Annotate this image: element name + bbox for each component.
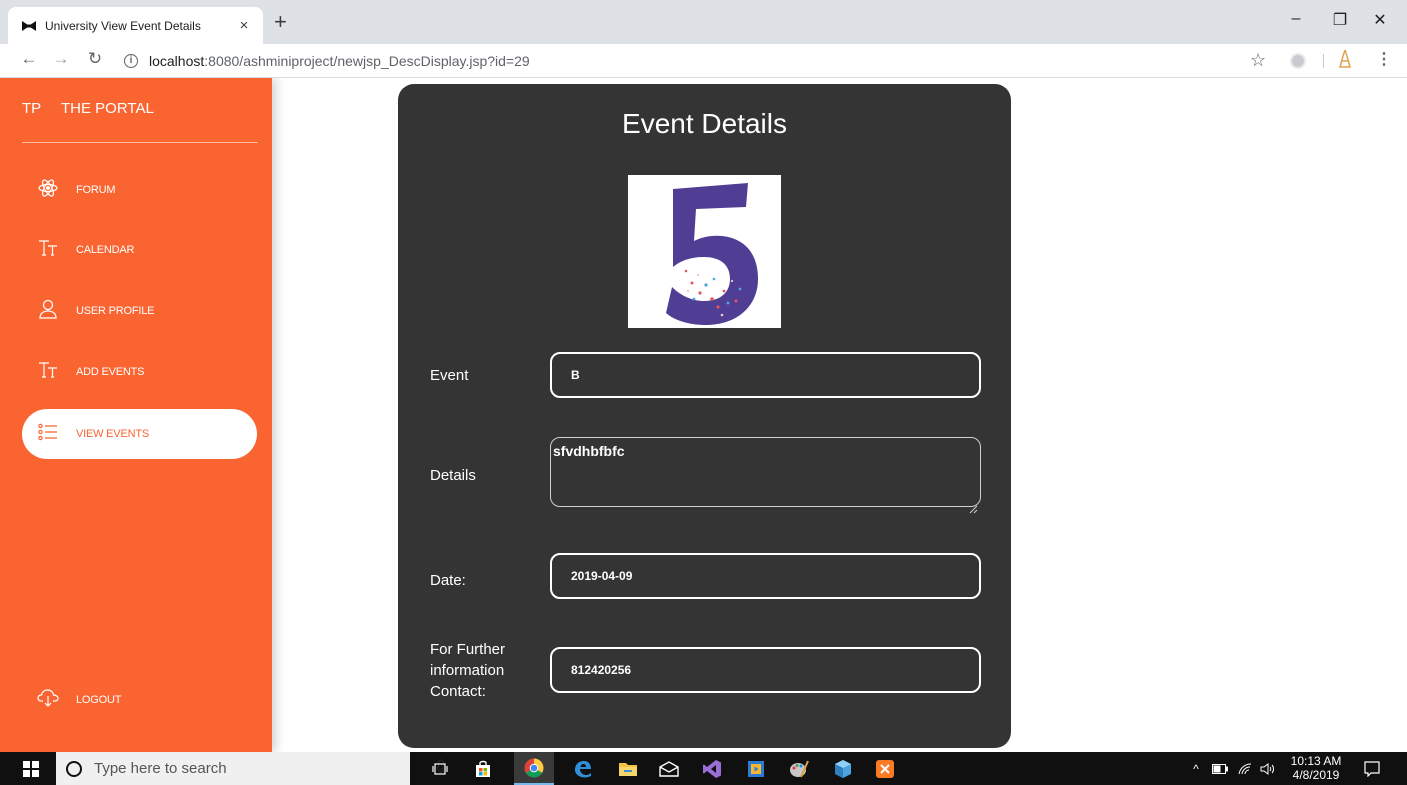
user-icon: [37, 299, 59, 323]
bowtie-favicon-icon: [22, 20, 36, 31]
text-size-icon: [37, 239, 59, 261]
logout-label: LOGOUT: [76, 694, 122, 706]
clock-time: 10:13 AM: [1290, 754, 1342, 768]
extension-icon[interactable]: [1290, 53, 1306, 69]
sidebar-item-label: VIEW EVENTS: [76, 428, 149, 440]
date-field[interactable]: [550, 553, 981, 599]
sidebar-divider: [22, 142, 258, 143]
toolbar-divider: [1323, 54, 1324, 68]
media-player-icon[interactable]: [744, 752, 768, 785]
contact-label: For Further information Contact:: [430, 639, 505, 702]
event-image: [628, 175, 781, 328]
mail-icon[interactable]: [657, 752, 681, 785]
contact-label-line: information: [430, 662, 505, 679]
tab-title: University View Event Details: [45, 18, 201, 33]
atom-icon: [37, 178, 59, 202]
chevron-up-icon[interactable]: ^: [1188, 752, 1204, 785]
task-view-icon[interactable]: [428, 752, 452, 785]
taskbar-search[interactable]: Type here to search: [56, 752, 446, 785]
3d-builder-icon[interactable]: [831, 752, 855, 785]
store-icon[interactable]: [471, 752, 495, 785]
cortana-icon: [66, 760, 82, 777]
event-details-card: Event Details Event Details sfvdhbfbfc: [398, 84, 1011, 748]
date-label: Date:: [430, 572, 466, 589]
back-arrow-icon[interactable]: ←: [18, 49, 40, 69]
xampp-icon[interactable]: [873, 752, 897, 785]
browser-menu-icon[interactable]: ⋮: [1376, 49, 1392, 69]
close-window-icon[interactable]: ✕: [1357, 10, 1403, 30]
text-size-icon: [37, 361, 59, 383]
visual-studio-icon[interactable]: [700, 752, 724, 785]
browser-tab-bar: University View Event Details × + – ❐ ✕: [0, 0, 1407, 44]
volume-icon[interactable]: [1258, 752, 1278, 785]
textarea-resize-grip[interactable]: [968, 501, 978, 514]
tab-close-icon[interactable]: ×: [235, 17, 253, 34]
url-path: :8080/ashminiproject/newjsp_DescDisplay.…: [204, 53, 530, 69]
sidebar: TP THE PORTAL FORUM CALENDAR USER PROFIL…: [0, 78, 272, 752]
new-tab-button[interactable]: +: [274, 11, 287, 33]
taskbar-search-placeholder: Type here to search: [94, 760, 227, 777]
sidebar-item-calendar[interactable]: CALENDAR: [22, 225, 257, 275]
sidebar-item-view-events[interactable]: VIEW EVENTS: [22, 409, 257, 459]
cloud-download-icon: [37, 689, 59, 711]
sidebar-item-forum[interactable]: FORUM: [22, 165, 257, 215]
list-icon: [37, 423, 59, 445]
details-label: Details: [430, 467, 476, 484]
chrome-icon[interactable]: [514, 752, 554, 785]
event-label: Event: [430, 367, 469, 384]
forward-arrow-icon[interactable]: →: [50, 49, 72, 69]
brand[interactable]: TP THE PORTAL: [22, 100, 154, 117]
logout-button[interactable]: LOGOUT: [22, 675, 257, 725]
sidebar-item-label: USER PROFILE: [76, 305, 155, 317]
minimize-icon[interactable]: –: [1273, 10, 1319, 28]
url-field[interactable]: i localhost :8080/ashminiproject/newjsp_…: [124, 48, 530, 74]
clock-date: 4/8/2019: [1292, 768, 1340, 782]
edge-icon[interactable]: [571, 752, 595, 785]
sidebar-item-label: CALENDAR: [76, 244, 135, 256]
event-name-field[interactable]: [550, 352, 981, 398]
paint-icon[interactable]: [787, 752, 811, 785]
page-title: Event Details: [622, 108, 787, 139]
browser-tab[interactable]: University View Event Details ×: [8, 7, 263, 44]
url-host: localhost: [149, 53, 205, 69]
address-bar: ← → ↻ i localhost :8080/ashminiproject/n…: [0, 44, 1407, 78]
contact-label-line: For Further: [430, 641, 506, 658]
contact-field[interactable]: [550, 647, 981, 693]
sidebar-item-label: FORUM: [76, 184, 116, 196]
taskbar-clock[interactable]: 10:13 AM 4/8/2019: [1288, 754, 1344, 782]
battery-icon[interactable]: [1211, 752, 1229, 785]
action-center-icon[interactable]: [1360, 752, 1384, 785]
sidebar-item-add-events[interactable]: ADD EVENTS: [22, 347, 257, 397]
sidebar-item-user-profile[interactable]: USER PROFILE: [22, 286, 257, 336]
info-icon[interactable]: i: [124, 54, 138, 68]
details-field[interactable]: sfvdhbfbfc: [550, 437, 981, 507]
extension-tower-icon[interactable]: [1338, 47, 1352, 73]
brand-name: THE PORTAL: [61, 100, 154, 117]
sidebar-item-label: ADD EVENTS: [76, 366, 145, 378]
bookmark-star-icon[interactable]: ☆: [1250, 50, 1266, 71]
file-explorer-icon[interactable]: [616, 752, 640, 785]
brand-abbr: TP: [22, 100, 42, 117]
page-viewport: TP THE PORTAL FORUM CALENDAR USER PROFIL…: [0, 78, 1407, 752]
taskbar: Type here to search ^ 10:13 AM 4/8/2019: [0, 752, 1407, 785]
reload-icon[interactable]: ↻: [84, 49, 106, 69]
contact-label-line: Contact:: [430, 683, 486, 700]
windows-start-icon[interactable]: [20, 752, 42, 785]
wifi-icon[interactable]: [1236, 752, 1254, 785]
